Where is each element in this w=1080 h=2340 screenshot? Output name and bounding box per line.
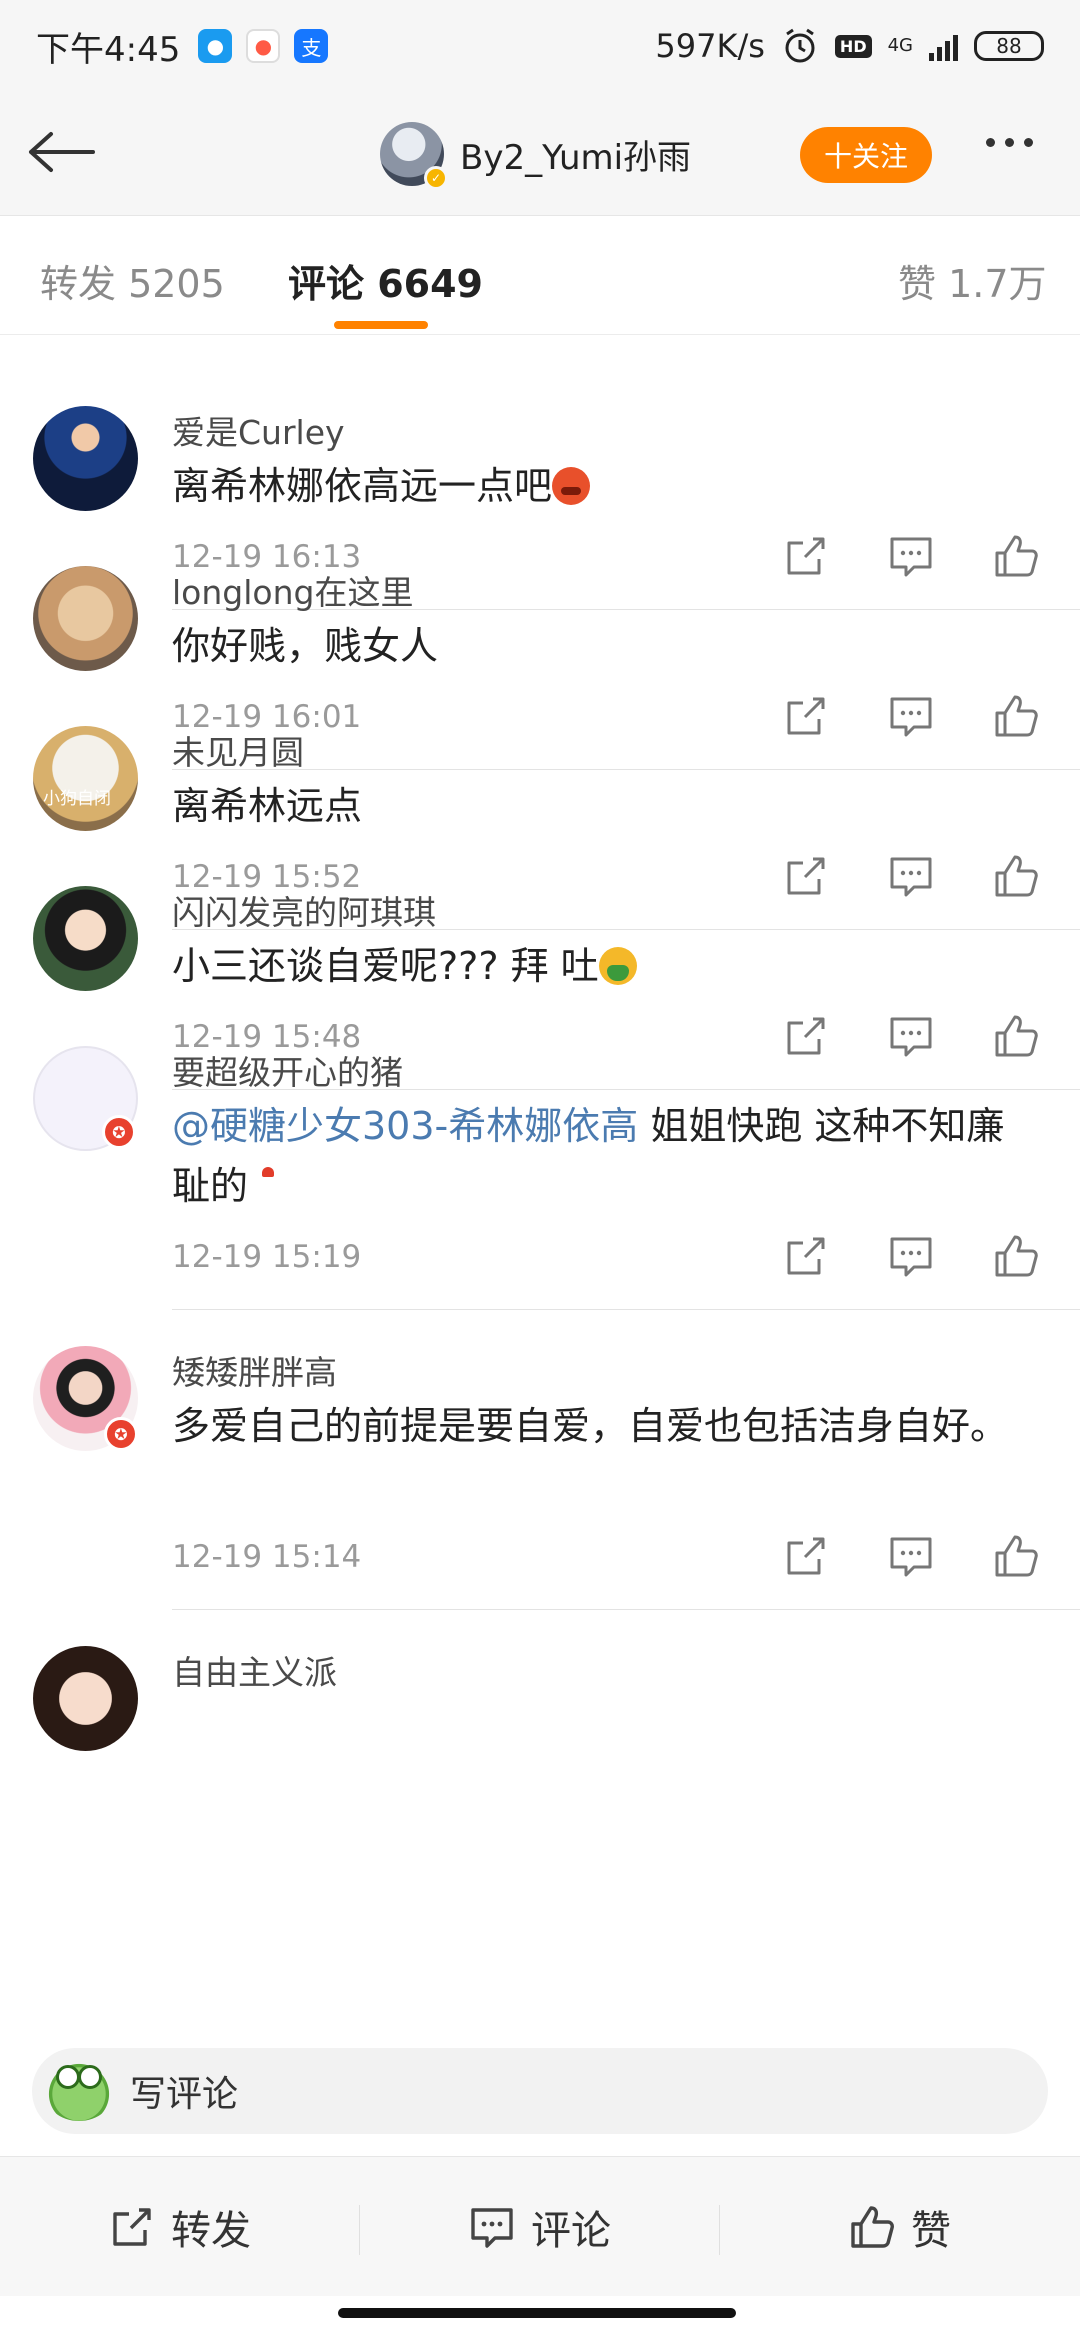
avatar[interactable]: [33, 566, 138, 671]
divider: [172, 769, 1080, 770]
follow-button[interactable]: 十关注: [800, 127, 932, 183]
like-icon: [851, 2206, 894, 2248]
like-icon[interactable]: [993, 533, 1039, 579]
avatar[interactable]: ✪: [33, 1046, 138, 1151]
repost-button[interactable]: 转发: [0, 2157, 360, 2297]
comment-text: @硬糖少女303-希林娜依高 姐姐快跑 这种不知廉耻的: [172, 1104, 1005, 1208]
alarm-icon: [785, 28, 815, 63]
write-comment-input[interactable]: 写评论: [32, 2048, 1048, 2134]
comment-icon: [471, 2208, 513, 2248]
like-icon[interactable]: [993, 1233, 1039, 1279]
qq-icon: ●: [198, 29, 233, 63]
reply-icon[interactable]: [888, 853, 934, 899]
like-icon[interactable]: [993, 853, 1039, 899]
comment-text: 离希林远点: [172, 784, 363, 828]
tab-bar: 转发 5205 评论 6649 赞 1.7万: [0, 217, 1080, 335]
share-icon[interactable]: [783, 1013, 829, 1059]
avatar[interactable]: ✪: [33, 1346, 138, 1451]
bottom-toolbar: 转发 评论 赞: [0, 2156, 1080, 2296]
status-time: 下午4:45: [36, 29, 181, 70]
angry-emoji-icon: [552, 467, 591, 505]
nav-bar: ✓ By2_Yumi孙雨 十关注: [0, 92, 1080, 216]
status-app-icons: ● ● 支: [198, 29, 329, 63]
write-comment-placeholder: 写评论: [130, 2074, 239, 2115]
reply-icon[interactable]: [888, 693, 934, 739]
maps-icon: ●: [246, 29, 281, 63]
home-indicator[interactable]: [338, 2308, 736, 2318]
comment-username[interactable]: 闪闪发亮的阿琪琪: [172, 886, 436, 934]
share-icon: [113, 2208, 151, 2246]
battery-icon: 88: [974, 31, 1044, 61]
back-button[interactable]: [24, 122, 100, 182]
share-icon[interactable]: [783, 1233, 829, 1279]
tab-repost[interactable]: 转发 5205: [40, 253, 225, 308]
like-icon[interactable]: [993, 1013, 1039, 1059]
avatar: ✓: [380, 122, 448, 190]
avatar[interactable]: 小狗自闭: [33, 726, 138, 831]
comment-text: 小三还谈自爱呢??? 拜 吐: [172, 936, 1032, 996]
member-badge-icon: ✪: [102, 1115, 136, 1149]
comment-button[interactable]: 评论: [360, 2157, 720, 2297]
reply-icon[interactable]: [888, 1233, 934, 1279]
comment-username[interactable]: 爱是Curley: [172, 406, 345, 454]
share-icon[interactable]: [783, 693, 829, 739]
divider: [172, 1609, 1080, 1610]
comment-username[interactable]: 自由主义派: [172, 1646, 337, 1694]
more-options-icon[interactable]: [986, 138, 1033, 147]
share-icon[interactable]: [783, 853, 829, 899]
comment-text: 多爱自己的前提是要自爱，自爱也包括洁身自好。: [172, 1404, 1009, 1448]
comment-label: 评论: [531, 2208, 611, 2254]
signal-icon: [929, 31, 958, 61]
share-icon[interactable]: [783, 533, 829, 579]
tab-likes[interactable]: 赞 1.7万: [898, 253, 1047, 308]
vomit-emoji-icon: [598, 947, 637, 985]
write-comment-bar: 写评论: [0, 2026, 1080, 2156]
reply-icon[interactable]: [888, 1013, 934, 1059]
avatar[interactable]: [33, 1646, 138, 1751]
comment-time: 12-19 15:19: [172, 1239, 362, 1275]
like-icon[interactable]: [993, 693, 1039, 739]
alipay-icon: 支: [294, 29, 329, 63]
member-badge-icon: ✪: [104, 1417, 138, 1451]
network-speed: 597K/s: [655, 27, 765, 65]
reply-icon[interactable]: [888, 533, 934, 579]
back-arrow-icon: [29, 132, 95, 172]
frog-avatar-icon: [44, 2061, 114, 2121]
share-icon[interactable]: [783, 1533, 829, 1579]
divider: [172, 1309, 1080, 1310]
comment-time: 12-19 15:14: [172, 1539, 362, 1575]
comment-text: 离希林娜依高远一点吧: [172, 456, 1032, 516]
comment-text: 你好贱，贱女人: [172, 624, 439, 668]
like-label: 赞: [911, 2208, 951, 2254]
status-bar: 下午4:45 ● ● 支 597K/s HD 4G 88: [0, 0, 1080, 92]
tab-indicator: [334, 321, 428, 329]
tab-comments[interactable]: 评论 6649: [288, 253, 483, 308]
hd-badge: HD: [834, 34, 872, 58]
like-icon[interactable]: [993, 1533, 1039, 1579]
profile-name: By2_Yumi孙雨: [460, 137, 692, 178]
comment-username[interactable]: 要超级开心的猪: [172, 1046, 403, 1094]
avatar[interactable]: [33, 406, 138, 511]
comment-username[interactable]: longlong在这里: [172, 566, 413, 614]
reply-icon[interactable]: [888, 1533, 934, 1579]
comment-username[interactable]: 矮矮胖胖高: [172, 1346, 337, 1394]
like-button[interactable]: 赞: [720, 2157, 1080, 2297]
mention-link[interactable]: @硬糖少女303-希林娜依高: [172, 1104, 638, 1148]
comment-username[interactable]: 未见月圆: [172, 726, 304, 774]
verified-icon: ✓: [424, 166, 448, 190]
profile-link[interactable]: ✓ By2_Yumi孙雨: [380, 122, 692, 190]
avatar-caption: 小狗自闭: [43, 789, 111, 809]
chicken-emoji-icon: [248, 1167, 287, 1205]
network-type: 4G: [887, 35, 913, 56]
repost-label: 转发: [171, 2208, 251, 2254]
comment-list: 爱是Curley 离希林娜依高远一点吧 12-19 16:13 longlong…: [0, 336, 1080, 2026]
avatar[interactable]: [33, 886, 138, 991]
